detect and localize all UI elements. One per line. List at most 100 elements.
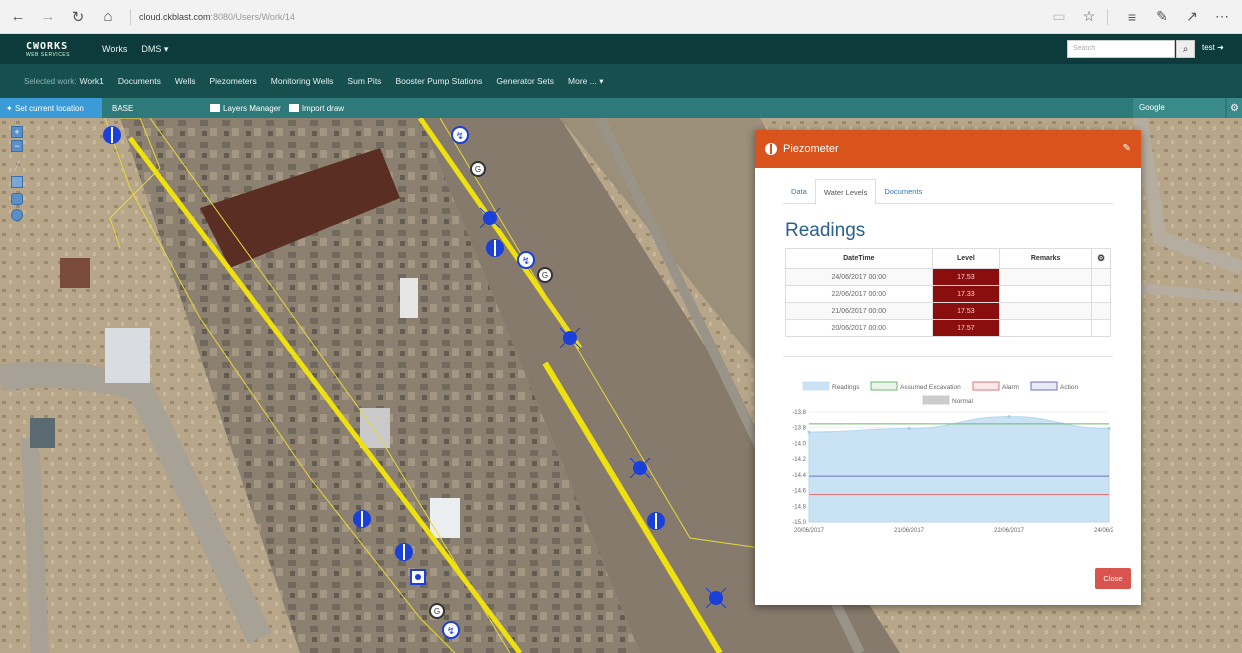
gear-icon[interactable]: ⚙ [1091, 248, 1111, 269]
user-logout-link[interactable]: test ➜ [1202, 43, 1224, 52]
cell-actions [1091, 285, 1111, 303]
readings-point [1107, 427, 1111, 430]
y-tick-label: -14.6 [792, 489, 806, 495]
cell-level: 17.57 [931, 319, 1001, 337]
import-draw-button[interactable]: Import draw [288, 103, 345, 113]
well-marker-icon[interactable] [629, 457, 651, 479]
logo-text: CWORKS [26, 40, 69, 52]
app-logo[interactable]: CWORKS WEB SERVICES [26, 38, 88, 60]
piezometer-marker-icon[interactable] [395, 543, 413, 561]
gear-icon[interactable]: ⚙ [1227, 98, 1242, 118]
nav-piezometers[interactable]: Piezometers [210, 76, 257, 86]
cell-actions [1091, 302, 1111, 320]
nav-sum-pits[interactable]: Sum Pits [347, 76, 381, 86]
map-provider-select[interactable]: Google [1133, 98, 1225, 118]
nav-wells[interactable]: Wells [175, 76, 196, 86]
column-level[interactable]: Level [931, 248, 1001, 269]
home-icon[interactable]: ⌂ [96, 5, 120, 29]
sump-marker-icon[interactable] [410, 569, 426, 585]
logo-subtext: WEB SERVICES [26, 51, 70, 58]
tab-data[interactable]: Data [783, 179, 815, 204]
svg-text:G: G [434, 607, 440, 616]
legend-label: Normal [952, 398, 974, 405]
more-icon[interactable]: ⋯ [1210, 5, 1234, 29]
piezometer-marker-icon[interactable] [486, 239, 504, 257]
location-icon: ✦ [6, 103, 15, 113]
cell-datetime: 24/06/2017 00:00 [785, 268, 933, 286]
series-readings-area [808, 416, 1110, 523]
selected-work-label: Selected work: [24, 76, 77, 86]
table-header-row: DateTime Level Remarks ⚙ [785, 248, 1111, 269]
draw-rectangle-icon[interactable] [11, 176, 23, 188]
table-row[interactable]: 20/06/2017 00:00 17.57 [785, 319, 1111, 337]
draw-line-icon[interactable]: ╱ [11, 160, 23, 172]
table-row[interactable]: 22/06/2017 00:00 17.33 [785, 285, 1111, 303]
pump-marker-icon[interactable]: ↯ [451, 126, 469, 144]
back-arrow-icon[interactable]: ← [6, 5, 30, 29]
layers-manager-label: Layers Manager [223, 103, 281, 113]
y-tick-label: -14.4 [792, 473, 806, 479]
hub-icon[interactable]: ≡ [1120, 5, 1144, 29]
nav-booster-pump-stations[interactable]: Booster Pump Stations [395, 76, 482, 86]
svg-text:G: G [475, 165, 481, 174]
y-tick-label: -15.0 [792, 520, 806, 526]
table-row[interactable]: 24/06/2017 00:00 17.53 [785, 268, 1111, 286]
import-draw-label: Import draw [301, 103, 345, 113]
layers-manager-button[interactable]: Layers Manager [210, 104, 281, 113]
close-button[interactable]: Close [1095, 568, 1131, 589]
edit-pencil-icon[interactable]: ✎ [1123, 143, 1131, 154]
water-level-chart: Readings Assumed Excavation Alarm Action Nor… [783, 378, 1125, 548]
table-row[interactable]: 21/06/2017 00:00 17.53 [785, 302, 1111, 320]
favorite-star-icon[interactable]: ☆ [1077, 5, 1101, 29]
column-remarks[interactable]: Remarks [999, 248, 1093, 269]
dms-menu[interactable]: DMS ▾ [141, 44, 168, 55]
user-name: test [1202, 43, 1215, 52]
nav-work1[interactable]: Work1 [79, 76, 103, 86]
tab-documents[interactable]: Documents [876, 179, 930, 204]
nav-monitoring-wells[interactable]: Monitoring Wells [271, 76, 334, 86]
web-note-icon[interactable]: ✎ [1150, 5, 1174, 29]
draw-polygon-icon[interactable] [11, 193, 23, 205]
tool-separator [1107, 8, 1108, 25]
piezometer-marker-icon[interactable] [103, 126, 121, 144]
legend-swatch [1030, 381, 1058, 391]
set-location-button[interactable]: ✦ Set current location [0, 98, 102, 118]
pump-marker-icon[interactable]: ↯ [517, 251, 535, 269]
generator-marker-icon[interactable]: G [537, 267, 553, 283]
refresh-icon[interactable]: ↻ [66, 5, 90, 29]
legend-label: Action [1060, 384, 1078, 391]
image-icon [288, 104, 299, 112]
browser-tools: ▭ ☆ ≡ ✎ ↗ ⋯ [1041, 5, 1234, 29]
zoom-out-button[interactable]: − [11, 140, 23, 152]
cell-datetime: 22/06/2017 00:00 [785, 285, 933, 303]
reading-view-icon[interactable]: ▭ [1047, 5, 1071, 29]
search-input[interactable]: Search [1067, 40, 1175, 58]
cell-datetime: 20/06/2017 00:00 [785, 319, 933, 337]
popup-tabs: Data Water Levels Documents [783, 179, 1113, 205]
x-tick-label: 24/06/2017 [1094, 528, 1113, 534]
url-path: :8080/Users/Work/14 [210, 11, 295, 22]
column-datetime[interactable]: DateTime [785, 248, 933, 269]
zoom-in-button[interactable]: + [11, 126, 23, 138]
draw-circle-icon[interactable] [11, 209, 23, 221]
piezometer-marker-icon[interactable] [353, 510, 371, 528]
well-marker-icon[interactable] [479, 207, 501, 229]
works-link[interactable]: Works [102, 44, 127, 54]
generator-marker-icon[interactable]: G [429, 603, 445, 619]
share-icon[interactable]: ↗ [1180, 5, 1204, 29]
x-tick-label: 20/06/2017 [794, 528, 825, 534]
well-marker-icon[interactable] [705, 587, 727, 609]
well-marker-icon[interactable] [559, 327, 581, 349]
forward-arrow-icon[interactable]: → [36, 5, 60, 29]
address-bar[interactable]: cloud.ckblast.com:8080/Users/Work/14 [139, 12, 1041, 22]
nav-generator-sets[interactable]: Generator Sets [496, 76, 554, 86]
nav-documents[interactable]: Documents [118, 76, 161, 86]
cell-remarks [999, 285, 1093, 303]
tab-water-levels[interactable]: Water Levels [814, 179, 877, 205]
nav-more[interactable]: More ... ▾ [568, 76, 603, 87]
base-layer-select[interactable]: BASE [112, 104, 202, 113]
search-icon[interactable]: ⌕ [1176, 40, 1195, 58]
piezometer-marker-icon[interactable] [647, 512, 665, 530]
pump-marker-icon[interactable]: ↯ [442, 621, 460, 639]
generator-marker-icon[interactable]: G [470, 161, 486, 177]
